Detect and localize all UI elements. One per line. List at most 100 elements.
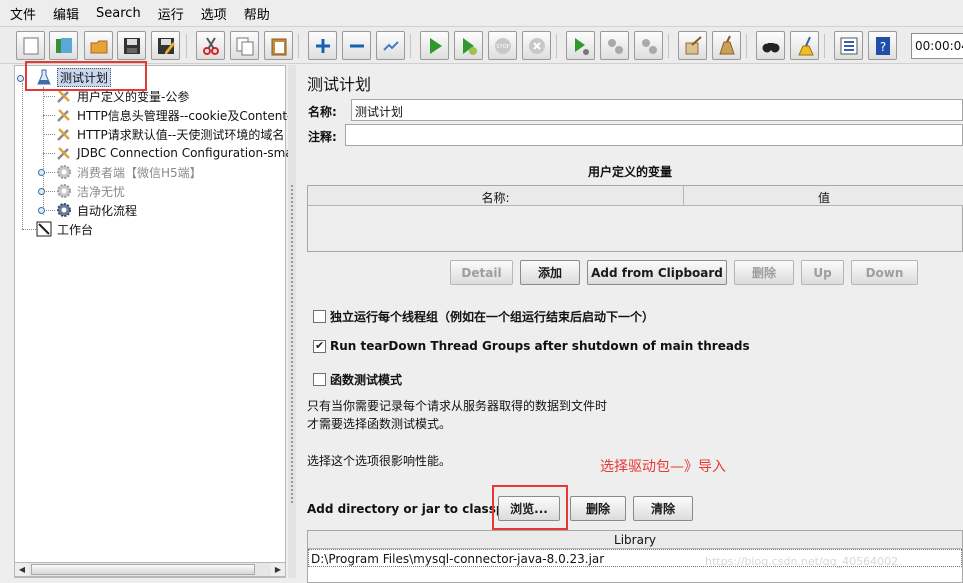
start-button[interactable]	[420, 31, 449, 60]
tree-horizontal-scrollbar[interactable]: ◀ ▶	[14, 562, 286, 577]
comment-field[interactable]	[345, 124, 963, 146]
teardown-checkbox[interactable]	[313, 339, 326, 353]
wrench-icon	[55, 106, 73, 124]
shutdown-icon	[528, 37, 545, 54]
scroll-thumb[interactable]	[31, 564, 255, 575]
open-icon	[90, 40, 107, 53]
column-header-value[interactable]: 值	[684, 186, 963, 206]
scroll-right-icon[interactable]: ▶	[271, 563, 285, 576]
expand-handle[interactable]	[38, 169, 45, 176]
tree-node[interactable]: 自动化流程	[55, 201, 137, 219]
save-button[interactable]	[117, 31, 146, 60]
open-button[interactable]	[84, 31, 113, 60]
function-helper-icon	[840, 37, 857, 54]
tree-node-workbench[interactable]: 工作台	[35, 220, 93, 238]
add-button[interactable]: 添加	[520, 260, 580, 285]
independent-threadgroups-option[interactable]: 独立运行每个线程组（例如在一个组运行结束后启动下一个）	[313, 308, 654, 325]
clear-all-button[interactable]	[712, 31, 741, 60]
functional-mode-checkbox[interactable]	[313, 373, 326, 386]
classpath-clear-button[interactable]: 清除	[633, 496, 693, 521]
teardown-option[interactable]: Run tearDown Thread Groups after shutdow…	[313, 339, 750, 353]
down-button[interactable]: Down	[851, 260, 918, 285]
help-button[interactable]: ?	[868, 31, 897, 60]
tree-node[interactable]: 消费者端【微信H5端】	[55, 163, 202, 181]
functional-mode-option[interactable]: 函数测试模式	[313, 371, 402, 388]
remote-stop-button[interactable]	[600, 31, 629, 60]
split-divider[interactable]	[288, 65, 296, 578]
tree-node[interactable]: HTTP请求默认值--天使测试环境的域名	[55, 125, 284, 143]
up-button[interactable]: Up	[801, 260, 844, 285]
tree-node[interactable]: JDBC Connection Configuration-smal	[55, 144, 296, 162]
collapse-icon	[349, 44, 364, 47]
column-header-name[interactable]: 名称:	[308, 186, 684, 206]
shutdown-button[interactable]	[522, 31, 551, 60]
classpath-delete-button[interactable]: 删除	[570, 496, 626, 521]
remote-start-icon	[574, 37, 589, 55]
scroll-left-icon[interactable]: ◀	[15, 563, 29, 576]
tree-node[interactable]: HTTP信息头管理器--cookie及Content-	[55, 106, 291, 124]
panel-title: 测试计划	[307, 75, 372, 94]
gear-icon	[55, 163, 73, 181]
save-as-button[interactable]	[151, 31, 180, 60]
gear-icon	[55, 182, 73, 200]
user-vars-table[interactable]: 名称: 值	[307, 185, 963, 252]
name-label: 名称:	[308, 105, 337, 119]
search-icon	[762, 42, 779, 52]
independent-threadgroups-checkbox[interactable]	[313, 310, 326, 323]
menu-file[interactable]: 文件	[10, 4, 36, 23]
stop-button[interactable]: STOP	[488, 31, 517, 60]
help-icon: ?	[875, 36, 890, 55]
functional-note-line2: 才需要选择函数测试模式。	[307, 417, 452, 431]
library-column-header[interactable]: Library	[308, 531, 962, 549]
add-from-clipboard-button[interactable]: Add from Clipboard	[587, 260, 727, 285]
cut-button[interactable]	[196, 31, 225, 60]
wrench-icon	[55, 125, 73, 143]
templates-icon	[55, 37, 72, 53]
stop-icon: STOP	[494, 37, 511, 54]
menu-run[interactable]: 运行	[158, 4, 184, 23]
tree-node[interactable]: 洁净无忧	[55, 182, 125, 200]
detail-button[interactable]: Detail	[450, 260, 513, 285]
clear-button[interactable]	[678, 31, 707, 60]
clear-all-icon	[718, 35, 735, 54]
save-icon	[123, 37, 140, 54]
test-plan-tree: 测试计划 用户定义的变量-公参 HTTP信息头管理器--cookie及Conte…	[14, 61, 296, 578]
search-button[interactable]	[756, 31, 785, 60]
reset-search-button[interactable]	[790, 31, 819, 60]
expand-handle[interactable]	[38, 207, 45, 214]
performance-note: 选择这个选项很影响性能。	[307, 454, 452, 468]
paste-button[interactable]	[264, 31, 293, 60]
remote-shutdown-button[interactable]	[634, 31, 663, 60]
gear-icon	[55, 201, 73, 219]
new-icon	[23, 37, 38, 54]
svg-text:?: ?	[879, 40, 885, 54]
start-no-pauses-button[interactable]	[454, 31, 483, 60]
toggle-icon	[382, 40, 399, 51]
checkbox-label: Run tearDown Thread Groups after shutdow…	[330, 339, 750, 353]
clear-icon	[685, 35, 702, 54]
collapse-button[interactable]	[342, 31, 371, 60]
menu-search[interactable]: Search	[96, 6, 141, 21]
new-button[interactable]	[16, 31, 45, 60]
root-expand-handle[interactable]	[17, 75, 24, 82]
menu-options[interactable]: 选项	[201, 4, 227, 23]
expand-handle[interactable]	[38, 188, 45, 195]
expand-button[interactable]	[308, 31, 337, 60]
remote-start-button[interactable]	[566, 31, 595, 60]
highlight-box	[492, 485, 568, 530]
templates-button[interactable]	[49, 31, 78, 60]
delete-button[interactable]: 删除	[734, 260, 794, 285]
wrench-icon	[55, 144, 73, 162]
menu-edit[interactable]: 编辑	[53, 4, 79, 23]
tree-label: 工作台	[57, 222, 94, 237]
workbench-icon	[35, 220, 53, 238]
function-helper-button[interactable]	[834, 31, 863, 60]
toolbar: STOP ? 00:00:04	[0, 27, 963, 64]
name-field[interactable]: 测试计划	[351, 99, 963, 121]
menu-bar: 文件 编辑 Search 运行 选项 帮助	[0, 0, 963, 27]
menu-help[interactable]: 帮助	[244, 4, 270, 23]
user-vars-title: 用户定义的变量	[587, 165, 672, 179]
tree-label: HTTP请求默认值--天使测试环境的域名	[77, 127, 285, 142]
copy-button[interactable]	[230, 31, 259, 60]
toggle-button[interactable]	[376, 31, 405, 60]
